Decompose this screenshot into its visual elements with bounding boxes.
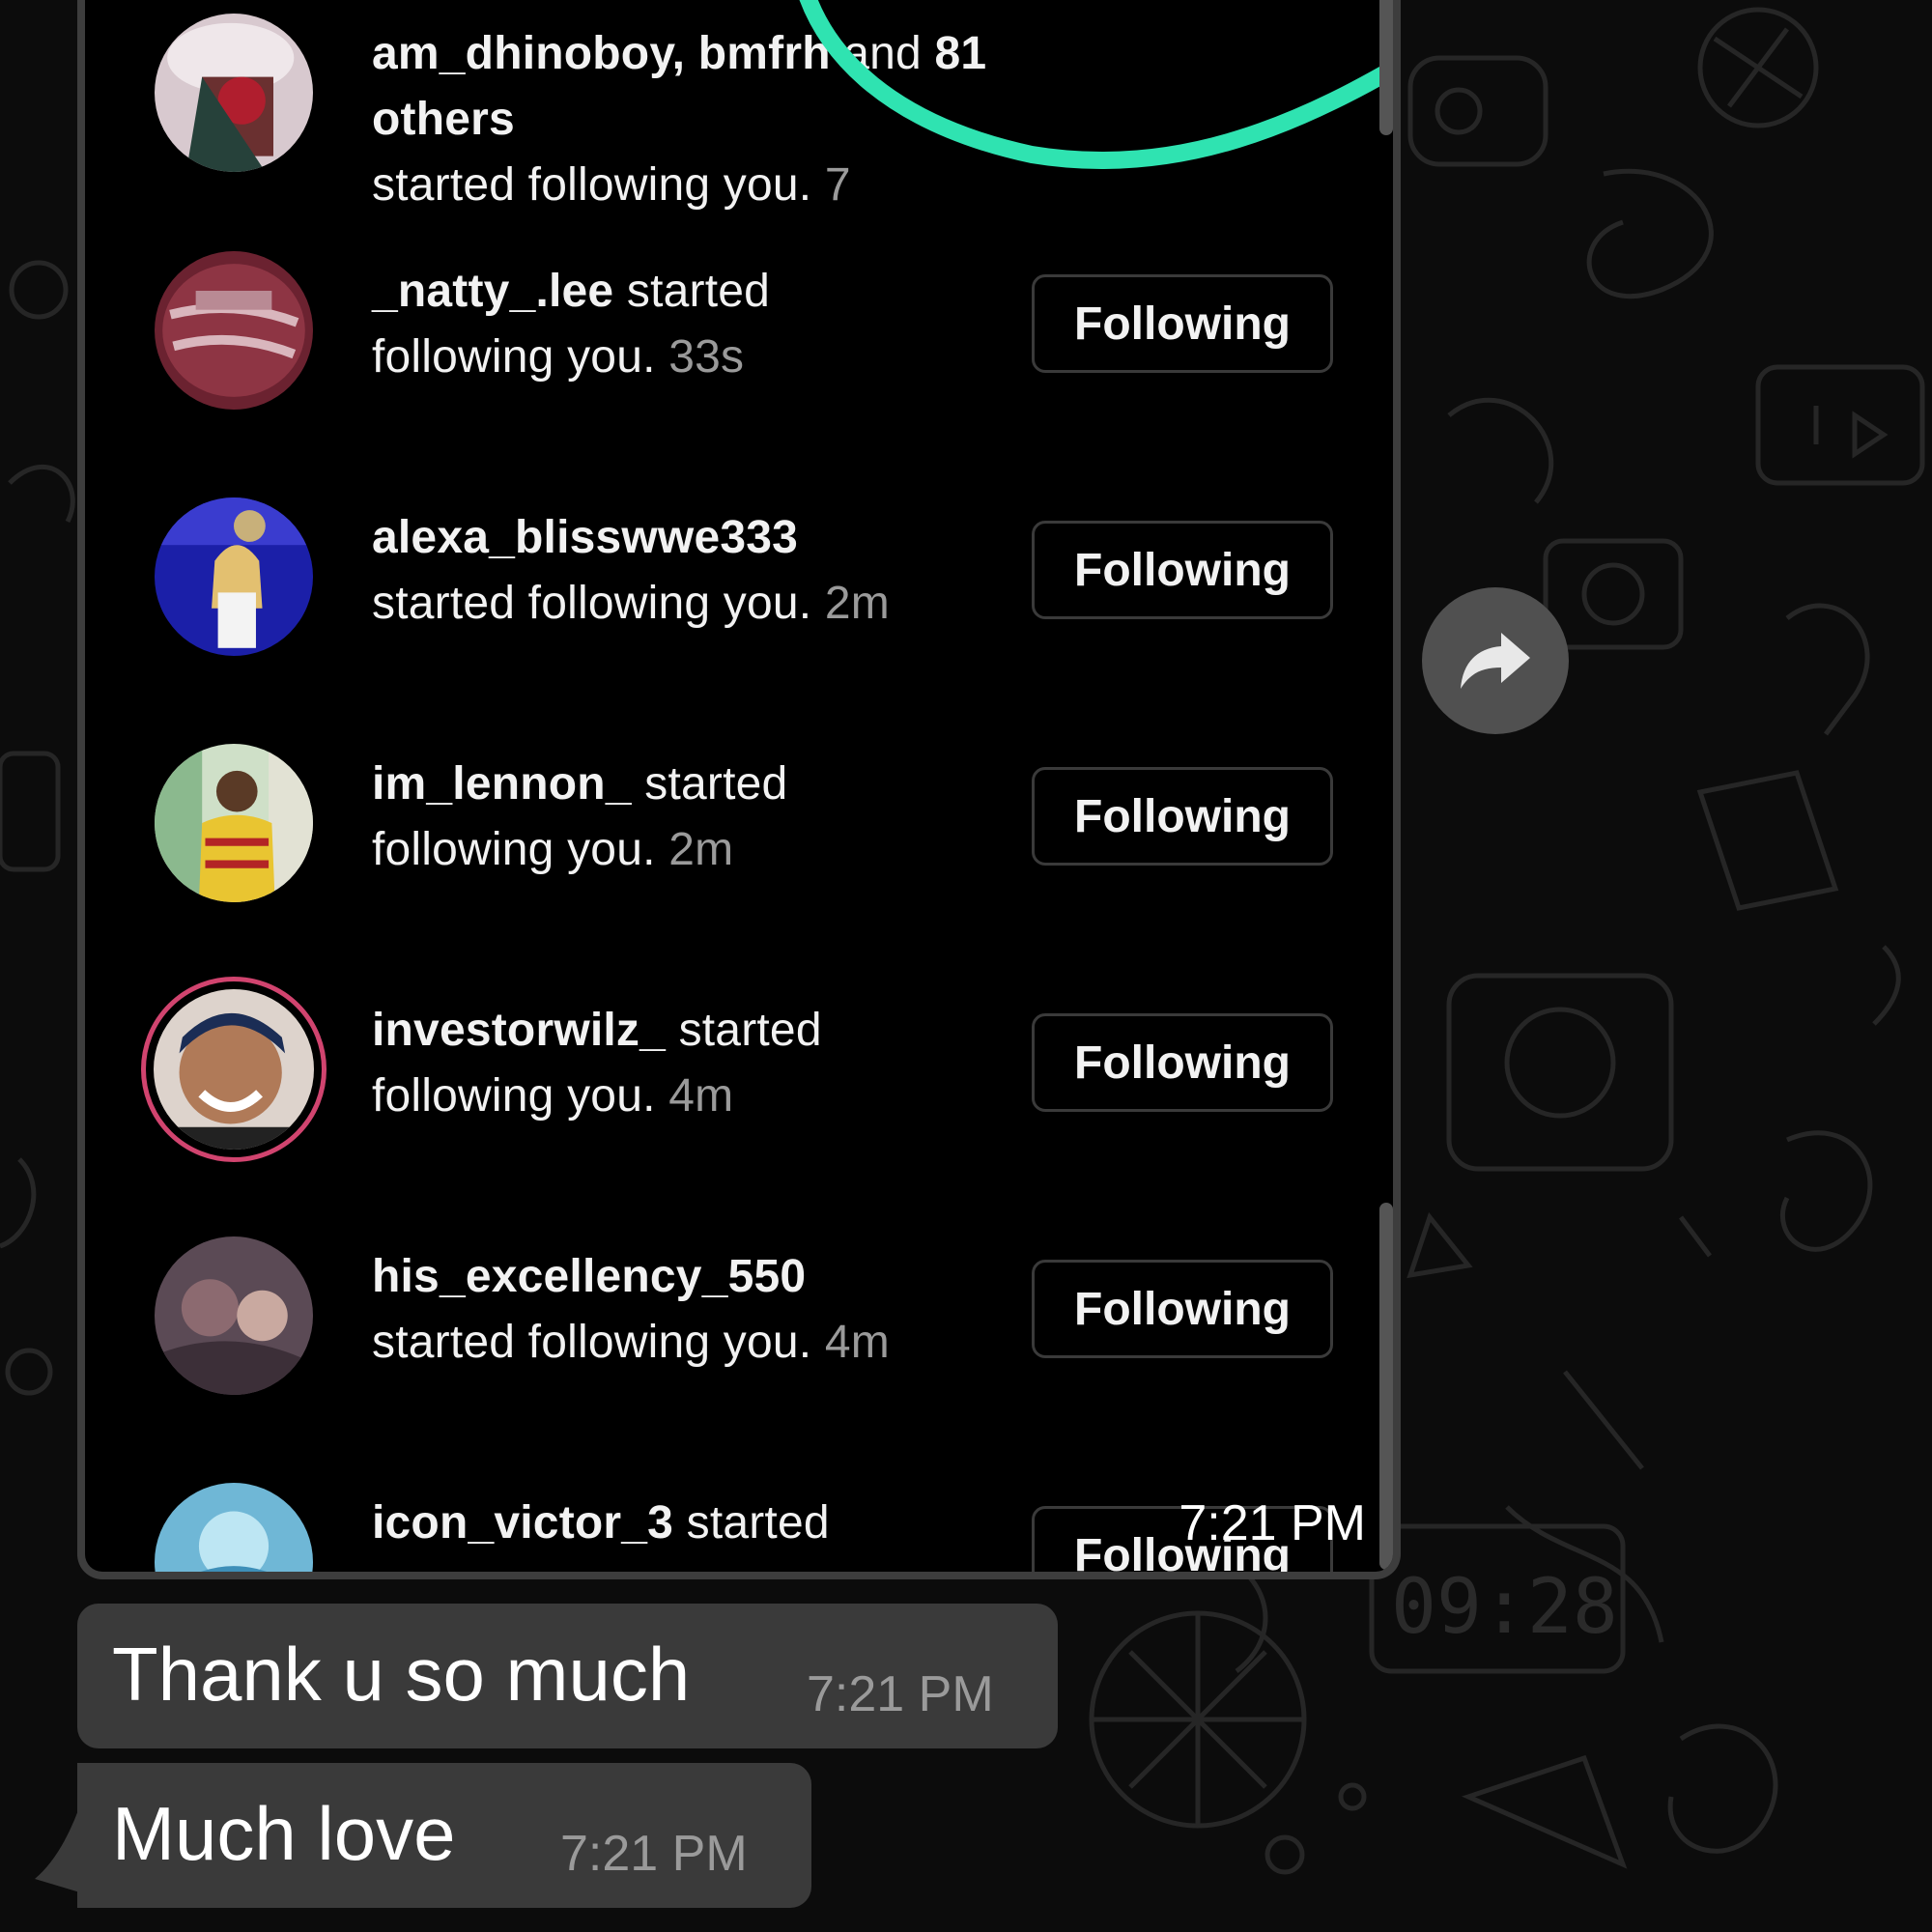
notification-time: 4m <box>824 1317 890 1368</box>
following-button[interactable]: Following <box>1032 1260 1333 1358</box>
notification-action: started <box>631 758 788 810</box>
notification-item[interactable]: am_dhinoboy, bmfrh and 81 others started… <box>85 14 1393 211</box>
following-button[interactable]: Following <box>1032 521 1333 619</box>
notification-line2: started following you. <box>372 1317 812 1368</box>
notification-text: investorwilz_ started following you. 4m <box>372 998 1048 1129</box>
notification-username-tail: h <box>802 28 831 79</box>
notification-line2: following you. <box>372 1070 656 1122</box>
image-message[interactable]: am_dhinoboy, bmfrh and 81 others started… <box>77 0 1401 1579</box>
notification-line2: following you. <box>372 824 656 875</box>
notification-time: 2m <box>824 578 890 629</box>
notification-item[interactable]: _natty_.lee started following you. 33s F… <box>85 251 1393 444</box>
notification-text: his_excellency_550 started following you… <box>372 1244 1048 1376</box>
scrollbar-thumb[interactable] <box>1379 1203 1393 1570</box>
message-time: 7:21 PM <box>560 1826 748 1882</box>
notification-time: 2m <box>668 824 734 875</box>
notification-line2: started following you. <box>372 159 812 211</box>
message-bubble[interactable]: Thank u so much 7:21 PM <box>77 1604 1058 1748</box>
avatar <box>155 251 313 410</box>
notification-text: am_dhinoboy, bmfrh and 81 others started… <box>372 21 1048 218</box>
notification-username: am_dhinoboy, bmfr <box>372 28 803 79</box>
notification-action: started <box>613 266 771 317</box>
bubble-tail <box>35 1797 83 1893</box>
wallpaper-clock-text: 09:28 <box>1391 1564 1618 1651</box>
following-button[interactable]: Following <box>1032 274 1333 373</box>
avatar-story-ring <box>141 977 327 1162</box>
forward-arrow-icon <box>1461 633 1530 689</box>
notification-list: am_dhinoboy, bmfrh and 81 others started… <box>85 0 1393 1572</box>
message-text: Much love <box>112 1791 456 1876</box>
notification-username: _natty_.lee <box>372 266 614 317</box>
notification-joiner: and <box>830 28 935 79</box>
scrollbar-thumb[interactable] <box>1379 0 1393 135</box>
notification-item[interactable]: his_excellency_550 started following you… <box>85 1236 1393 1430</box>
message-text: Thank u so much <box>112 1632 691 1717</box>
notification-line2: following you. <box>372 331 656 383</box>
notification-item[interactable]: im_lennon_ started following you. 2m Fol… <box>85 744 1393 937</box>
notification-time: 33s <box>668 331 745 383</box>
notification-username: im_lennon_ <box>372 758 632 810</box>
notification-text: icon_victor_3 started <box>372 1491 1048 1556</box>
avatar <box>155 1236 313 1395</box>
notification-text: im_lennon_ started following you. 2m <box>372 752 1048 883</box>
avatar <box>155 1483 313 1572</box>
avatar <box>155 497 313 656</box>
notification-time: 7 <box>824 159 851 211</box>
following-button[interactable]: Following <box>1032 1013 1333 1112</box>
notification-time: 4m <box>668 1070 734 1122</box>
notification-text: alexa_blisswwe333 started following you.… <box>372 505 1048 637</box>
avatar <box>155 744 313 902</box>
message-time: 7:21 PM <box>807 1666 994 1722</box>
notification-username: his_excellency_550 <box>372 1251 807 1302</box>
notification-action: started <box>673 1497 830 1548</box>
notification-action: started <box>666 1005 822 1056</box>
notification-text: _natty_.lee started following you. 33s <box>372 259 1048 390</box>
message-time: 7:21 PM <box>1179 1495 1366 1551</box>
notification-username: icon_victor_3 <box>372 1497 674 1548</box>
notification-line2: started following you. <box>372 578 812 629</box>
notification-item[interactable]: investorwilz_ started following you. 4m … <box>85 977 1393 1183</box>
notification-username: alexa_blisswwe333 <box>372 512 799 563</box>
notification-item[interactable]: alexa_blisswwe333 started following you.… <box>85 497 1393 691</box>
notification-username: investorwilz_ <box>372 1005 667 1056</box>
forward-button[interactable] <box>1422 587 1569 734</box>
following-button[interactable]: Following <box>1032 767 1333 866</box>
message-bubble[interactable]: Much love 7:21 PM <box>77 1763 811 1908</box>
avatar <box>155 14 313 172</box>
